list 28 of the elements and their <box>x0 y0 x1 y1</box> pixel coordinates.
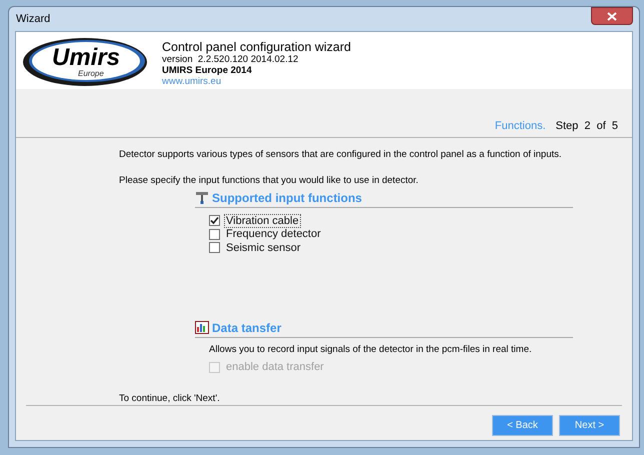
chart-window-icon <box>195 321 209 334</box>
checkbox-option[interactable]: Seismic sensor <box>209 241 573 255</box>
version-text: version 2.2.520.120 2014.02.12 <box>162 54 300 65</box>
close-icon <box>607 12 617 20</box>
prompt-text: Please specify the input functions that you would like to use in detector. <box>119 175 420 188</box>
checkbox[interactable] <box>209 215 220 226</box>
window-title: Wizard <box>15 12 50 27</box>
section-heading: Data tansfer <box>212 320 282 337</box>
checkbox[interactable] <box>209 242 220 254</box>
checkbox[interactable] <box>209 228 220 240</box>
logo-subtext: Europe <box>78 70 104 78</box>
continue-hint: To continue, click 'Next'. <box>119 393 221 406</box>
checkbox-option[interactable]: Vibration cable <box>209 214 573 228</box>
wizard-title: Control panel configuration wizard <box>162 40 351 54</box>
section-heading: Supported input functions <box>212 190 362 208</box>
data-transfer-description: Allows you to record input signals of the detector in the pcm-files in real time. <box>209 344 533 356</box>
checkbox-option[interactable]: Frequency detector <box>209 228 573 242</box>
check-icon <box>210 216 219 226</box>
step-counter: Step 2 of 5 <box>556 119 618 134</box>
website-link[interactable]: www.umirs.eu <box>162 76 351 87</box>
intro-text: Detector supports various types of sensors that are configured in the control panel as a function of inputs. <box>119 149 563 162</box>
step-name: Functions. <box>494 119 546 134</box>
hammer-icon <box>195 191 209 206</box>
wizard-button[interactable]: < Back <box>492 415 553 436</box>
company-text: UMIRS Europe 2014 <box>162 65 253 76</box>
close-button[interactable] <box>591 7 633 25</box>
wizard-button[interactable]: Next > <box>559 415 620 436</box>
logo-text: Umirs <box>52 46 120 70</box>
